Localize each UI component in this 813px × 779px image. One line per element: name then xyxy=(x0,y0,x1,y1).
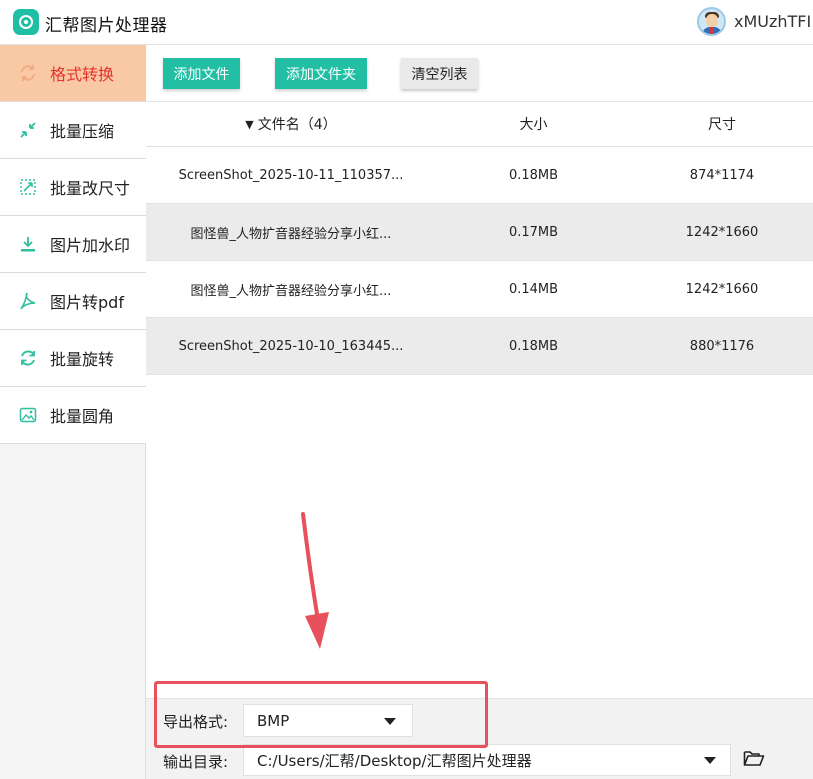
table-row[interactable]: ScreenShot_2025-10-11_110357... 0.18MB 8… xyxy=(146,147,813,204)
sort-down-icon: ▼ xyxy=(245,117,254,131)
app-logo-icon xyxy=(13,9,39,35)
watermark-icon xyxy=(17,233,39,255)
compress-icon xyxy=(17,119,39,141)
sidebar-item-watermark[interactable]: 图片加水印 xyxy=(0,216,146,273)
file-dimensions: 874*1174 xyxy=(689,167,755,183)
sidebar-item-label: 图片转pdf xyxy=(50,293,124,312)
output-dir-value: C:/Users/汇帮/Desktop/汇帮图片处理器 xyxy=(257,751,532,770)
file-size: 0.18MB xyxy=(508,167,559,183)
sidebar: 格式转换 批量压缩 批量改尺寸 图片加水印 图片转pdf 批量旋转 批量圆角 xyxy=(0,45,146,779)
toolbar: 添加文件 添加文件夹 清空列表 xyxy=(146,45,813,102)
file-size: 0.14MB xyxy=(508,281,559,297)
table-row[interactable]: 图怪兽_人物扩音器经验分享小红... 0.17MB 1242*1660 xyxy=(146,204,813,261)
annotation-arrow-icon xyxy=(301,512,329,649)
table-header: ▼ 文件名（4） 大小 尺寸 xyxy=(146,102,813,147)
sidebar-item-label: 批量旋转 xyxy=(50,350,115,369)
chevron-down-icon xyxy=(704,757,716,764)
username[interactable]: xMUzhTFI xyxy=(734,12,811,31)
sidebar-item-rounded-corner[interactable]: 批量圆角 xyxy=(0,387,146,444)
file-name: 图怪兽_人物扩音器经验分享小红... xyxy=(190,283,392,299)
file-size: 0.18MB xyxy=(508,338,559,354)
file-name: ScreenShot_2025-10-10_163445... xyxy=(178,338,404,354)
clear-list-button[interactable]: 清空列表 xyxy=(401,58,478,89)
sidebar-item-pdf[interactable]: 图片转pdf xyxy=(0,273,146,330)
file-dimensions: 1242*1660 xyxy=(685,224,759,240)
folder-open-icon[interactable] xyxy=(743,749,765,767)
file-name: 图怪兽_人物扩音器经验分享小红... xyxy=(190,226,392,242)
annotation-highlight-box xyxy=(154,681,488,748)
app-title: 汇帮图片处理器 xyxy=(45,16,168,36)
sidebar-item-label: 格式转换 xyxy=(50,65,115,84)
column-header-dimensions[interactable]: 尺寸 xyxy=(631,102,813,146)
output-dir-select[interactable]: C:/Users/汇帮/Desktop/汇帮图片处理器 xyxy=(243,744,731,776)
column-header-size[interactable]: 大小 xyxy=(436,102,631,146)
sidebar-item-format-convert[interactable]: 格式转换 xyxy=(0,45,146,102)
sidebar-item-label: 批量圆角 xyxy=(50,407,115,426)
sidebar-item-label: 批量改尺寸 xyxy=(50,179,131,198)
title-bar: 汇帮图片处理器 xMUzhTFI xyxy=(0,0,813,45)
sidebar-item-label: 图片加水印 xyxy=(50,236,131,255)
add-folder-button[interactable]: 添加文件夹 xyxy=(275,58,367,89)
file-dimensions: 880*1176 xyxy=(689,338,755,354)
add-file-button[interactable]: 添加文件 xyxy=(163,58,240,89)
user-avatar[interactable] xyxy=(697,7,726,36)
file-name: ScreenShot_2025-10-11_110357... xyxy=(178,167,404,183)
rotate-icon xyxy=(17,347,39,369)
rounded-corner-icon xyxy=(17,404,39,426)
table-row[interactable]: ScreenShot_2025-10-10_163445... 0.18MB 8… xyxy=(146,318,813,375)
pdf-icon xyxy=(17,290,39,312)
output-dir-label: 输出目录: xyxy=(163,753,229,771)
sidebar-item-resize[interactable]: 批量改尺寸 xyxy=(0,159,146,216)
sidebar-item-compress[interactable]: 批量压缩 xyxy=(0,102,146,159)
table-row[interactable]: 图怪兽_人物扩音器经验分享小红... 0.14MB 1242*1660 xyxy=(146,261,813,318)
format-convert-icon xyxy=(17,62,39,84)
sidebar-item-rotate[interactable]: 批量旋转 xyxy=(0,330,146,387)
file-dimensions: 1242*1660 xyxy=(685,281,759,297)
file-size: 0.17MB xyxy=(508,224,559,240)
resize-icon xyxy=(17,176,39,198)
sidebar-item-label: 批量压缩 xyxy=(50,122,115,141)
column-header-name[interactable]: ▼ 文件名（4） xyxy=(146,102,436,146)
